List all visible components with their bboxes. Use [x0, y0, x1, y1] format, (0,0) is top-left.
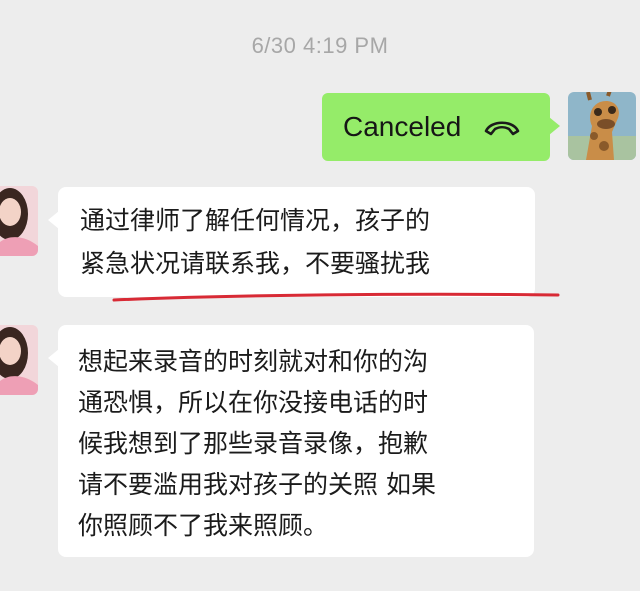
contact-avatar-image	[0, 325, 38, 395]
message-line: 紧急状况请联系我，不要骚扰我	[80, 249, 431, 278]
call-status-label: Canceled	[343, 111, 462, 142]
avatar-contact[interactable]	[0, 325, 38, 395]
message-bubble[interactable]: 通过律师了解任何情况，孩子的 紧急状况请联系我，不要骚扰我	[48, 187, 535, 297]
call-record-bubble[interactable]: Canceled	[322, 93, 560, 161]
contact-avatar-image	[0, 186, 38, 256]
chat-timestamp: 6/30 4:19 PM	[251, 33, 389, 58]
giraffe-avatar-image	[568, 92, 636, 160]
message-line: 你照顾不了我来照顾。	[78, 511, 329, 540]
avatar-self[interactable]	[568, 92, 636, 160]
message-line: 想起来录音的时刻就对和你的沟	[78, 347, 429, 376]
red-underline-annotation	[112, 292, 560, 302]
message-line: 候我想到了那些录音录像，抱歉	[78, 429, 429, 458]
message-bubble[interactable]: 想起来录音的时刻就对和你的沟 通恐惧，所以在你没接电话的时 候我想到了那些录音录…	[48, 325, 534, 557]
hangup-phone-icon	[485, 121, 520, 136]
message-line: 请不要滥用我对孩子的关照 如果	[78, 470, 436, 499]
message-line: 通恐惧，所以在你没接电话的时	[78, 388, 429, 417]
avatar-contact[interactable]	[0, 186, 38, 256]
message-line: 通过律师了解任何情况，孩子的	[80, 206, 431, 235]
